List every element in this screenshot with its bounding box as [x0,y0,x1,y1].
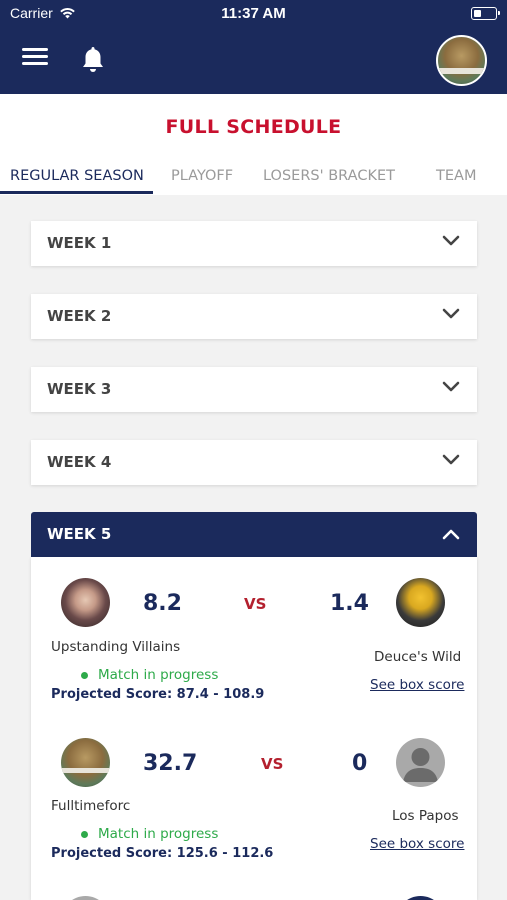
tab-team[interactable]: TEAM [436,168,476,184]
home-team-name[interactable]: Upstanding Villains [51,639,180,655]
team-avatar[interactable] [61,738,110,787]
away-score: 1.4 [330,591,369,616]
match-status: Match in progress [81,667,218,683]
battery-icon [471,7,500,20]
week-label: WEEK 1 [47,234,112,252]
tab-playoff[interactable]: PLAYOFF [171,168,233,184]
active-tab-indicator [0,191,153,194]
schedule-tabs: REGULAR SEASON PLAYOFF LOSERS' BRACKET T… [0,168,507,195]
match-status: Match in progress [81,826,218,842]
chevron-up-icon [442,529,460,540]
see-box-score-link[interactable]: See box score [370,677,464,693]
live-dot-icon [81,830,88,838]
home-team-name[interactable]: Fulltimeforc [51,798,130,814]
week-5-matchups: 8.2 VS 1.4 Upstanding Villains Deuce's W… [31,557,477,900]
week-label: WEEK 5 [47,525,112,543]
week-1-row[interactable]: WEEK 1 [31,221,477,266]
away-score: 0 [352,751,368,776]
week-2-row[interactable]: WEEK 2 [31,294,477,339]
week-label: WEEK 4 [47,453,112,471]
user-avatar[interactable] [436,35,487,86]
home-score: 32.7 [143,751,198,776]
hamburger-icon[interactable] [22,48,48,72]
schedule-header: FULL SCHEDULE REGULAR SEASON PLAYOFF LOS… [0,94,507,195]
page-title: FULL SCHEDULE [165,116,342,138]
projected-score: Projected Score: 125.6 - 112.6 [51,846,274,861]
tab-losers-bracket[interactable]: LOSERS' BRACKET [263,168,395,184]
week-label: WEEK 2 [47,307,112,325]
team-avatar[interactable] [396,738,445,787]
team-avatar[interactable] [396,578,445,627]
team-avatar[interactable] [61,896,110,900]
vs-label: VS [244,595,267,613]
chevron-down-icon [442,381,460,392]
team-avatar[interactable] [61,578,110,627]
live-dot-icon [81,671,88,679]
app-navbar [0,28,507,94]
chevron-down-icon [442,454,460,465]
vs-label: VS [261,755,284,773]
status-time: 11:37 AM [221,5,286,22]
week-5-header[interactable]: WEEK 5 [31,512,477,557]
default-user-icon [403,748,438,782]
tab-regular-season[interactable]: REGULAR SEASON [10,168,144,184]
team-avatar[interactable] [396,896,445,900]
week-label: WEEK 3 [47,380,112,398]
week-4-row[interactable]: WEEK 4 [31,440,477,485]
chevron-down-icon [442,235,460,246]
status-text: Match in progress [98,826,219,842]
projected-score: Projected Score: 87.4 - 108.9 [51,687,265,702]
away-team-name[interactable]: Los Papos [392,808,459,824]
week-3-row[interactable]: WEEK 3 [31,367,477,412]
bell-icon[interactable] [80,45,106,75]
see-box-score-link[interactable]: See box score [370,836,464,852]
status-text: Match in progress [98,667,219,683]
away-team-name[interactable]: Deuce's Wild [374,649,461,665]
home-score: 8.2 [143,591,182,616]
chevron-down-icon [442,308,460,319]
status-bar: Carrier 11:37 AM [0,0,507,28]
